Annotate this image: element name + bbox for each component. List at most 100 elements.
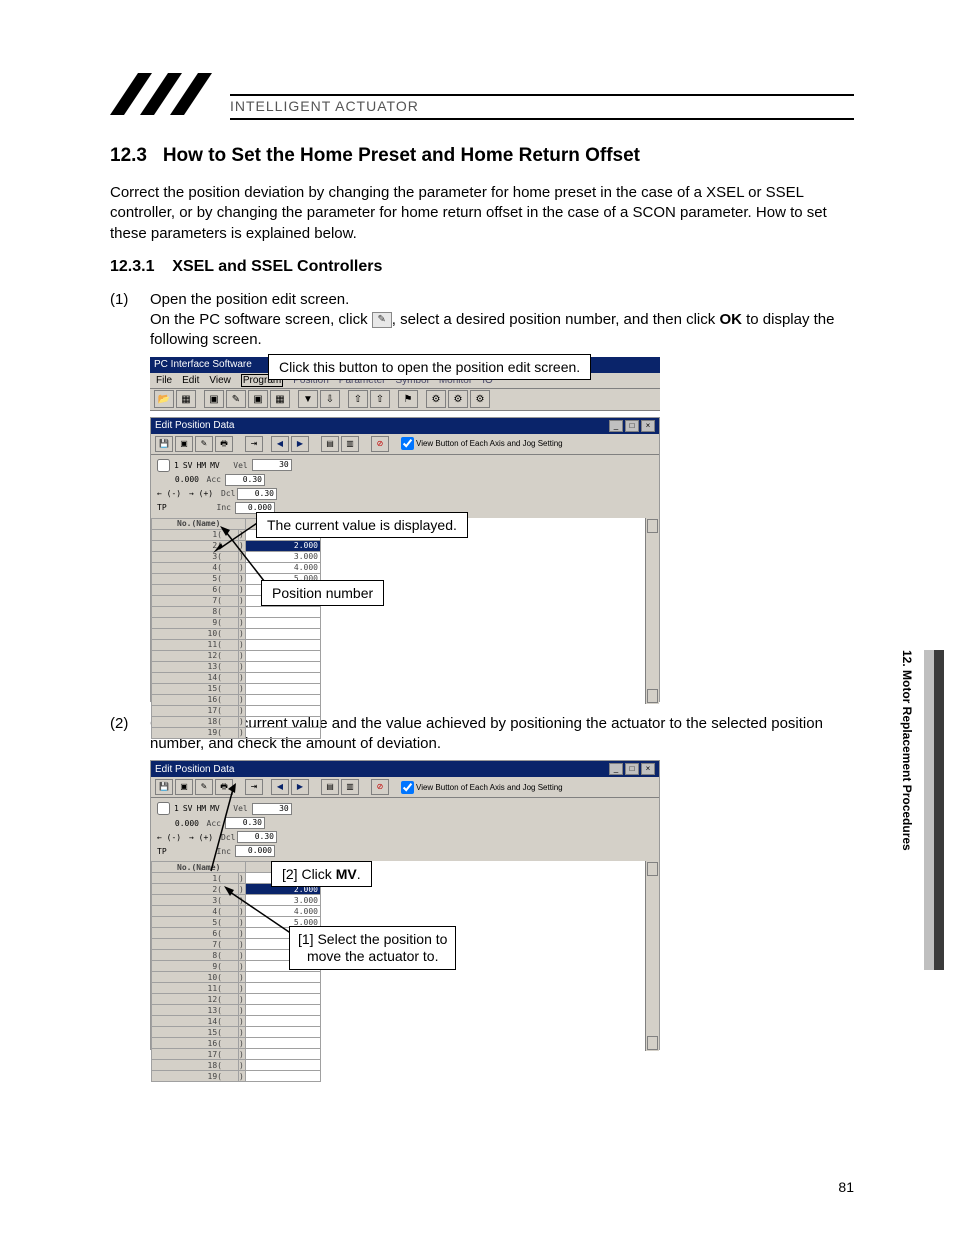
tb-prev-icon-b[interactable]: ◀ [271, 779, 289, 795]
toolbar-btn-d[interactable]: ▦ [270, 390, 290, 408]
table-row[interactable]: 18() [152, 716, 321, 727]
tb-edit-icon[interactable]: ✎ [195, 436, 213, 452]
jog-fwd-button-b[interactable]: → (+) [189, 833, 217, 842]
table-row[interactable]: 11() [152, 983, 321, 994]
acc-field-b[interactable]: 0.30 [225, 817, 265, 829]
tb-prev-icon[interactable]: ◀ [271, 436, 289, 452]
axis1-checkbox[interactable] [157, 459, 170, 472]
tb-stop-icon-b[interactable]: ⊘ [371, 779, 389, 795]
tb-print-icon-b[interactable]: 🖶 [215, 779, 233, 795]
toolbar-dn2-icon[interactable]: ⇩ [320, 390, 340, 408]
table-row[interactable]: 15() [152, 1027, 321, 1038]
scroll-up-button-b[interactable] [647, 862, 658, 876]
table-row[interactable]: 9() [152, 617, 321, 628]
table-row[interactable]: 14() [152, 1016, 321, 1027]
table-row[interactable]: 16() [152, 1038, 321, 1049]
vel-field[interactable]: 30 [252, 459, 292, 471]
dcl-field[interactable]: 0.30 [237, 488, 277, 500]
toolbar-btn-c[interactable]: ▣ [248, 390, 268, 408]
scroll-up-button[interactable] [647, 519, 658, 533]
table-row[interactable]: 12() [152, 994, 321, 1005]
tp-button[interactable]: TP [157, 503, 185, 512]
jog-back-button[interactable]: ← (-) [157, 489, 185, 498]
position-table-a[interactable]: No.(Name)Axis11()1.0002()2.0003()3.0004(… [151, 518, 321, 739]
table-row[interactable]: 14() [152, 672, 321, 683]
table-row[interactable]: 11() [152, 639, 321, 650]
tb-clip2-icon[interactable]: ▥ [341, 436, 359, 452]
table-row[interactable]: 17() [152, 1049, 321, 1060]
table-row[interactable]: 17() [152, 705, 321, 716]
tb-next-icon-b[interactable]: ▶ [291, 779, 309, 795]
tb-edit-icon-b[interactable]: ✎ [195, 779, 213, 795]
toolbar-save-icon[interactable]: ▦ [176, 390, 196, 408]
close-button[interactable]: × [641, 420, 655, 432]
scroll-down-button-b[interactable] [647, 1036, 658, 1050]
tb-save-icon[interactable]: 💾 [155, 436, 173, 452]
position-table-b[interactable]: No.(Name)Axis11()1.0002()2.0003()3.0004(… [151, 861, 321, 1082]
toolbar-down-icon[interactable]: ▼ [298, 390, 318, 408]
menu-view[interactable]: View [209, 375, 231, 386]
table-row[interactable]: 15() [152, 683, 321, 694]
minimize-button-b[interactable]: _ [609, 763, 623, 775]
tb-goto-icon-b[interactable]: ⇥ [245, 779, 263, 795]
table-row[interactable]: 4()4.000 [152, 562, 321, 573]
view-axis-checkbox-b[interactable] [401, 781, 414, 794]
tb-clip2-icon-b[interactable]: ▥ [341, 779, 359, 795]
table-row[interactable]: 19() [152, 1071, 321, 1082]
table-row[interactable]: 18() [152, 1060, 321, 1071]
inc-field-b[interactable]: 0.000 [235, 845, 275, 857]
maximize-button-b[interactable]: □ [625, 763, 639, 775]
toolbar-up-icon[interactable]: ⇧ [348, 390, 368, 408]
sv-button-b[interactable]: SV [183, 804, 193, 813]
axis1-checkbox-b[interactable] [157, 802, 170, 815]
table-row[interactable]: 3()3.000 [152, 895, 321, 906]
minimize-button[interactable]: _ [609, 420, 623, 432]
table-row[interactable]: 10() [152, 972, 321, 983]
mv-button-b[interactable]: MV [210, 804, 220, 813]
toolbar-open-icon[interactable]: 📂 [154, 390, 174, 408]
tb-write-icon[interactable]: ▣ [175, 436, 193, 452]
view-axis-checkbox[interactable] [401, 437, 414, 450]
tb-write-icon-b[interactable]: ▣ [175, 779, 193, 795]
toolbar-gear2-icon[interactable]: ⚙ [448, 390, 468, 408]
sv-button[interactable]: SV [183, 461, 193, 470]
table-row[interactable]: 12() [152, 650, 321, 661]
table-row[interactable]: 16() [152, 694, 321, 705]
menu-edit[interactable]: Edit [182, 375, 199, 386]
dcl-field-b[interactable]: 0.30 [237, 831, 277, 843]
jog-back-button-b[interactable]: ← (-) [157, 833, 185, 842]
tb-stop-icon[interactable]: ⊘ [371, 436, 389, 452]
table-row[interactable]: 10() [152, 628, 321, 639]
tb-clip1-icon-b[interactable]: ▤ [321, 779, 339, 795]
menu-file[interactable]: File [156, 375, 172, 386]
hm-button[interactable]: HM [196, 461, 206, 470]
toolbar-gear1-icon[interactable]: ⚙ [426, 390, 446, 408]
jog-fwd-button[interactable]: → (+) [189, 489, 217, 498]
position-edit-icon[interactable]: ✎ [372, 312, 392, 328]
toolbar-btn-a[interactable]: ▣ [204, 390, 224, 408]
table-row[interactable]: 3()3.000 [152, 551, 321, 562]
table-row[interactable]: 2()2.000 [152, 540, 321, 551]
hm-button-b[interactable]: HM [196, 804, 206, 813]
scrollbar[interactable] [645, 518, 659, 704]
tb-goto-icon[interactable]: ⇥ [245, 436, 263, 452]
table-row[interactable]: 4()4.000 [152, 906, 321, 917]
tb-next-icon[interactable]: ▶ [291, 436, 309, 452]
tb-clip1-icon[interactable]: ▤ [321, 436, 339, 452]
scroll-down-button[interactable] [647, 689, 658, 703]
toolbar-flag-icon[interactable]: ⚑ [398, 390, 418, 408]
tp-button-b[interactable]: TP [157, 847, 185, 856]
close-button-b[interactable]: × [641, 763, 655, 775]
tb-save-icon-b[interactable]: 💾 [155, 779, 173, 795]
acc-field[interactable]: 0.30 [225, 474, 265, 486]
tb-print-icon[interactable]: 🖶 [215, 436, 233, 452]
table-row[interactable]: 13() [152, 1005, 321, 1016]
table-row[interactable]: 13() [152, 661, 321, 672]
mv-button[interactable]: MV [210, 461, 220, 470]
table-row[interactable]: 8() [152, 606, 321, 617]
vel-field-b[interactable]: 30 [252, 803, 292, 815]
toolbar-gear3-icon[interactable]: ⚙ [470, 390, 490, 408]
toolbar-position-edit-icon[interactable]: ✎ [226, 390, 246, 408]
table-row[interactable]: 19() [152, 727, 321, 738]
toolbar-up2-icon[interactable]: ⇧ [370, 390, 390, 408]
